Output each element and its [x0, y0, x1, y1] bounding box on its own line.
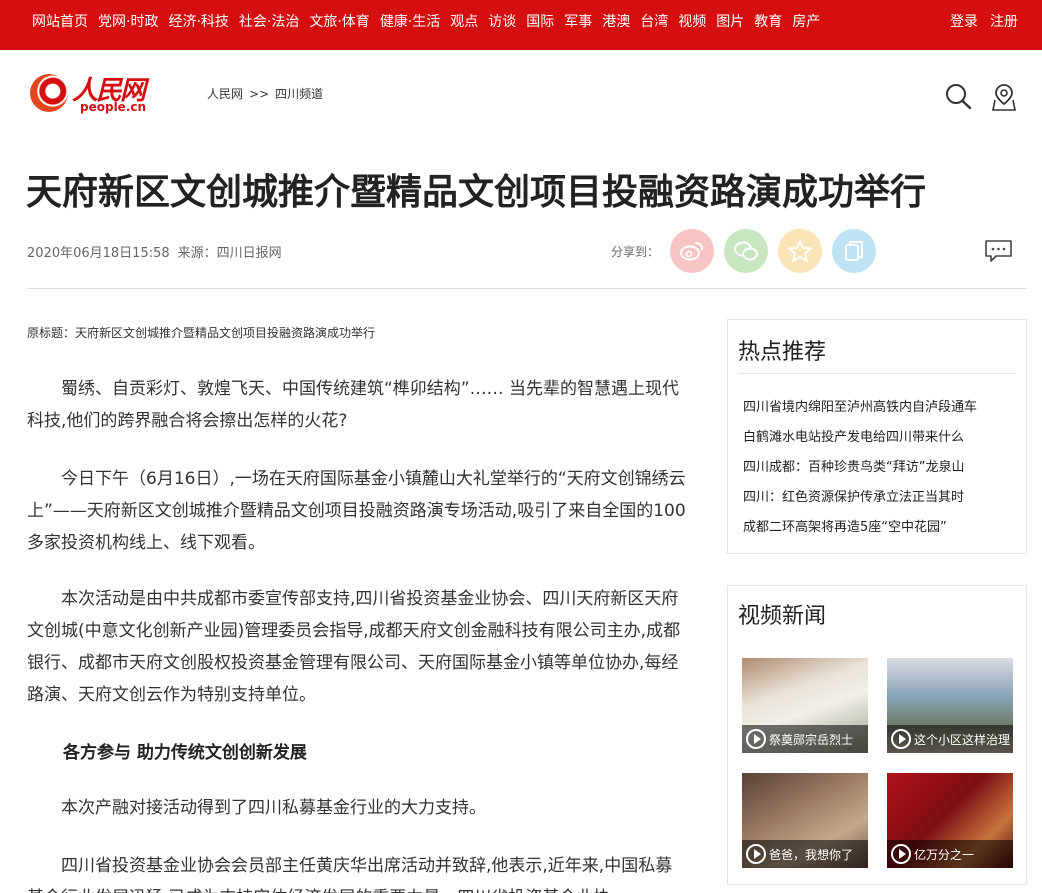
star-icon: [788, 240, 812, 262]
video-title: 祭奠郧宗岳烈士: [769, 732, 854, 747]
hot-item[interactable]: 白鹤滩水电站投产发电给四川带来什么: [743, 426, 964, 445]
wechat-icon: [734, 241, 758, 261]
publish-date: 2020年06月18日15:58: [27, 246, 170, 261]
nav-item-hkmacao[interactable]: 港澳: [602, 12, 630, 32]
account-links: 登录 注册: [938, 12, 1018, 32]
breadcrumb: 人民网 >> 四川频道: [207, 85, 323, 102]
video-caption: 爸爸，我想你了: [742, 840, 868, 868]
video-caption: 亿万分之一: [887, 840, 1013, 868]
breadcrumb-home[interactable]: 人民网: [207, 87, 243, 101]
article-paragraph: 四川省投资基金业协会会员部主任黄庆华出席活动并致辞,他表示,近年来,中国私募基金…: [27, 856, 673, 893]
share-qzone-button[interactable]: [778, 229, 822, 273]
nav-item-education[interactable]: 教育: [754, 12, 782, 32]
nav-item-society[interactable]: 社会·法治: [239, 12, 299, 32]
nav-item-economy[interactable]: 经济·科技: [168, 12, 228, 32]
nav-item-health[interactable]: 健康·生活: [380, 12, 440, 32]
video-thumbnail[interactable]: 亿万分之一: [887, 773, 1013, 868]
video-thumbnail[interactable]: 这个小区这样治理: [887, 658, 1013, 753]
nav-item-photo[interactable]: 图片: [716, 12, 744, 32]
hot-recommend-divider: [738, 373, 1016, 374]
play-icon: [891, 729, 911, 749]
play-icon: [891, 844, 911, 864]
nav-item-opinion[interactable]: 观点: [450, 12, 478, 32]
site-logo[interactable]: 人民网 people.cn: [30, 70, 150, 116]
search-icon[interactable]: [944, 82, 972, 112]
video-thumbnail[interactable]: 祭奠郧宗岳烈士: [742, 658, 868, 753]
article-paragraph: 蜀绣、自贡彩灯、敦煌飞天、中国传统建筑“榫卯结构”…… 当先辈的智慧遇上现代科技…: [27, 379, 680, 431]
copy-link-button[interactable]: [832, 229, 876, 273]
nav-item-video[interactable]: 视频: [678, 12, 706, 32]
video-title: 爸爸，我想你了: [769, 847, 854, 862]
nav-item-world[interactable]: 国际: [526, 12, 554, 32]
breadcrumb-channel[interactable]: 四川频道: [275, 87, 323, 101]
nav-item-home[interactable]: 网站首页: [32, 12, 88, 32]
nav-item-culture[interactable]: 文旅·体育: [309, 12, 369, 32]
article-paragraph: 本次产融对接活动得到了四川私募基金行业的大力支持。: [61, 798, 486, 818]
top-nav: 网站首页 党网·时政 经济·科技 社会·法治 文旅·体育 健康·生活 观点 访谈…: [32, 12, 830, 32]
video-thumbnail[interactable]: 爸爸，我想你了: [742, 773, 868, 868]
nav-item-military[interactable]: 军事: [564, 12, 592, 32]
hot-recommend-box: 热点推荐 四川省境内绵阳至泸州高铁内自泸段通车 白鹤滩水电站投产发电给四川带来什…: [727, 319, 1027, 554]
hot-item[interactable]: 四川：红色资源保护传承立法正当其时: [743, 486, 964, 505]
share-wechat-button[interactable]: [724, 229, 768, 273]
article-paragraph: 今日下午（6月16日）,一场在天府国际基金小镇麓山大礼堂举行的“天府文创锦绣云上…: [27, 469, 686, 553]
play-icon: [746, 729, 766, 749]
weibo-icon: [680, 242, 703, 261]
breadcrumb-separator: >>: [249, 87, 270, 101]
video-title: 这个小区这样治理: [914, 732, 1011, 747]
logo-text-en: people.cn: [80, 100, 147, 114]
video-caption: 祭奠郧宗岳烈士: [742, 725, 868, 753]
meta-divider: [27, 288, 1027, 289]
hot-item[interactable]: 成都二环高架将再造5座“空中花园”: [743, 516, 947, 535]
share-weibo-button[interactable]: [670, 229, 714, 273]
video-caption: 这个小区这样治理: [887, 725, 1013, 753]
top-nav-bar: 网站首页 党网·时政 经济·科技 社会·法治 文旅·体育 健康·生活 观点 访谈…: [0, 0, 1042, 50]
logo-emblem: [30, 74, 68, 112]
comment-icon[interactable]: [984, 239, 1013, 263]
nav-item-taiwan[interactable]: 台湾: [640, 12, 668, 32]
hot-item[interactable]: 四川省境内绵阳至泸州高铁内自泸段通车: [743, 396, 977, 415]
hot-recommend-title: 热点推荐: [738, 340, 827, 365]
article-paragraph: 本次活动是由中共成都市委宣传部支持,四川省投资基金业协会、四川天府新区天府文创城…: [27, 589, 681, 705]
register-link[interactable]: 注册: [990, 12, 1018, 32]
nav-item-politics[interactable]: 党网·时政: [98, 12, 158, 32]
hot-item[interactable]: 四川成都：百种珍贵鸟类“拜访”龙泉山: [743, 456, 964, 475]
location-icon[interactable]: [990, 82, 1018, 112]
nav-item-interview[interactable]: 访谈: [488, 12, 516, 32]
login-link[interactable]: 登录: [950, 12, 978, 32]
article-subheading: 各方参与 助力传统文创创新发展: [63, 743, 307, 763]
nav-item-realestate[interactable]: 房产: [792, 12, 820, 32]
play-icon: [746, 844, 766, 864]
video-title: 亿万分之一: [914, 847, 975, 862]
original-title: 原标题：天府新区文创城推介暨精品文创项目投融资路演成功举行: [27, 326, 376, 340]
share-label: 分享到：: [611, 245, 660, 259]
article-meta: 2020年06月18日15:58 来源：四川日报网: [27, 242, 290, 261]
article-source: 来源：四川日报网: [177, 246, 282, 261]
video-news-box: 视频新闻 祭奠郧宗岳烈士 这个小区这样治理 爸爸，我想你了 亿万分之一: [727, 585, 1027, 885]
article-title: 天府新区文创城推介暨精品文创项目投融资路演成功举行: [26, 172, 927, 213]
video-news-title: 视频新闻: [738, 604, 827, 629]
copy-icon: [845, 241, 863, 261]
